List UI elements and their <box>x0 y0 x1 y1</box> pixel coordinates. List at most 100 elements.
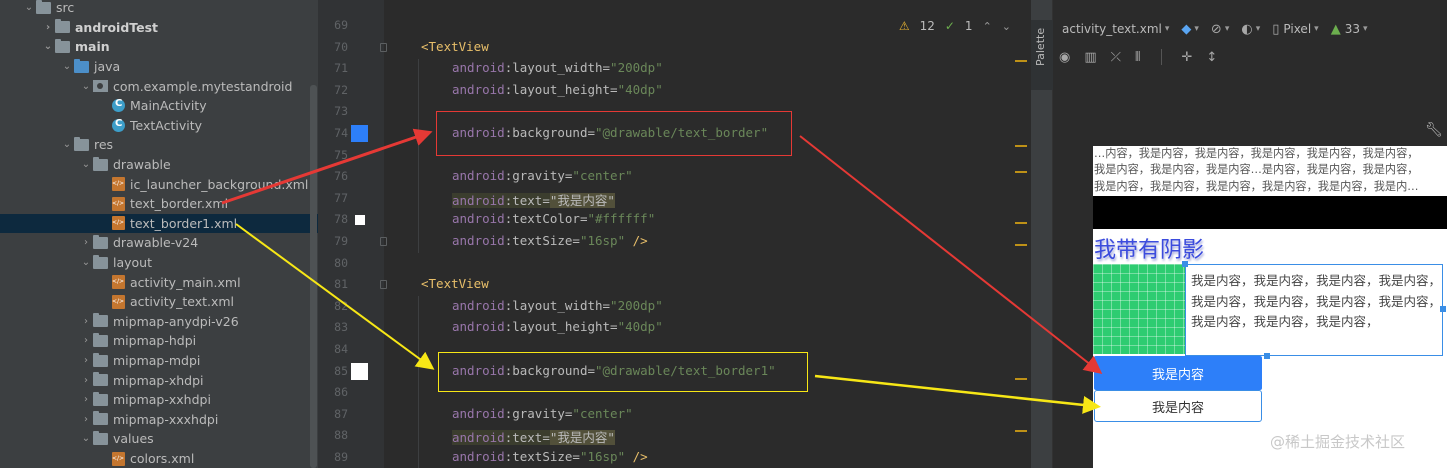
chevron-down-icon[interactable]: ⌄ <box>79 257 93 268</box>
code-line[interactable]: android:text="我是内容" <box>452 190 615 209</box>
tree-item-label: mipmap-xhdpi <box>113 372 204 388</box>
code-line[interactable]: android:textSize="16sp" /> <box>452 449 648 464</box>
expand-horizontal-icon[interactable]: ✛ <box>1182 50 1193 65</box>
code-line[interactable]: <TextView <box>421 39 489 54</box>
orientation-button[interactable]: ⊘ ▾ <box>1211 22 1229 37</box>
color-swatch[interactable] <box>351 125 368 142</box>
next-highlight-icon[interactable]: ⌄ <box>1002 20 1011 33</box>
columns-icon[interactable]: ▥ <box>1084 50 1096 65</box>
tree-scrollbar[interactable] <box>310 85 317 468</box>
tree-item[interactable]: ⌄ com.example.mytestandroid <box>0 76 318 96</box>
fold-marker-icon[interactable] <box>380 42 387 52</box>
code-line[interactable]: android:layout_width="200dp" <box>452 60 663 75</box>
expand-vertical-icon[interactable]: ↕ <box>1206 50 1217 65</box>
tree-item-label: com.example.mytestandroid <box>113 78 293 94</box>
chevron-down-icon[interactable]: ⌄ <box>60 61 74 72</box>
chevron-right-icon[interactable]: › <box>41 22 55 33</box>
file-selector[interactable]: activity_text.xml ▾ <box>1062 22 1169 36</box>
tree-item[interactable]: ic_launcher_background.xml <box>0 174 318 194</box>
api-selector[interactable]: ▲ 33 ▾ <box>1331 22 1368 37</box>
selection-handle[interactable] <box>1264 353 1270 359</box>
tree-item[interactable]: › drawable-v24 <box>0 233 318 253</box>
chevron-down-icon[interactable]: ⌄ <box>60 139 74 150</box>
code-line[interactable]: <TextView <box>421 276 489 291</box>
code-token: android <box>452 297 505 313</box>
chevron-down-icon[interactable]: ⌄ <box>22 2 36 13</box>
code-line[interactable]: android:text="我是内容" <box>452 427 615 446</box>
class-icon <box>112 98 125 113</box>
chevron-right-icon[interactable]: › <box>79 355 93 366</box>
layers-icon: ◆ <box>1181 21 1192 37</box>
tree-item[interactable]: TextActivity <box>0 116 318 136</box>
code-editor[interactable]: 69 70 71 72 73 74 75 76 77 78 79 80 81 82 83 84 85 86 87 88… <box>318 0 1031 468</box>
line-number: 85 <box>334 363 348 378</box>
tree-item[interactable]: ⌄ layout <box>0 253 318 273</box>
color-swatch[interactable] <box>355 215 365 226</box>
blue-border-textview[interactable]: 我是内容 <box>1094 356 1262 390</box>
tree-item[interactable]: › androidTest <box>0 18 318 38</box>
chevron-down-icon[interactable]: ⌄ <box>79 159 93 170</box>
device-selector[interactable]: ▯ Pixel ▾ <box>1272 22 1318 37</box>
code-line[interactable]: android:layout_height="40dp" <box>452 82 663 97</box>
tree-item[interactable]: › mipmap-xxhdpi <box>0 390 318 410</box>
chevron-right-icon[interactable]: › <box>79 316 93 327</box>
chevron-down-icon[interactable]: ⌄ <box>79 433 93 444</box>
chevron-down-icon[interactable]: ⌄ <box>41 41 55 52</box>
tree-item[interactable]: ⌄ drawable <box>0 155 318 175</box>
line-number: 75 <box>334 147 348 162</box>
eye-icon[interactable]: ◉ <box>1059 50 1070 65</box>
wrench-icon[interactable]: 🔧︎ <box>1425 122 1443 138</box>
tree-item[interactable]: ⌄ java <box>0 57 318 77</box>
chevron-right-icon[interactable]: › <box>79 394 93 405</box>
white-border-textview[interactable]: 我是内容 <box>1094 390 1262 422</box>
design-surface-button[interactable]: ◆ ▾ <box>1181 22 1199 37</box>
tree-item[interactable]: › mipmap-xhdpi <box>0 370 318 390</box>
selection-handle[interactable] <box>1440 306 1446 312</box>
tree-item[interactable]: colors.xml <box>0 449 318 468</box>
tree-item[interactable]: › mipmap-hdpi <box>0 331 318 351</box>
tree-item[interactable]: › mipmap-anydpi-v26 <box>0 312 318 332</box>
tree-item[interactable]: › mipmap-xxxhdpi <box>0 410 318 430</box>
code-line[interactable]: android:gravity="center" <box>452 168 633 183</box>
warning-count: 12 <box>919 19 935 33</box>
editor-gutter: 69 70 71 72 73 74 75 76 77 78 79 80 81 82 83 84 85 86 87 88… <box>318 0 384 468</box>
folder-icon <box>55 38 70 53</box>
chevron-right-icon[interactable]: › <box>79 414 93 425</box>
chevron-right-icon[interactable]: › <box>79 335 93 346</box>
fold-marker-icon[interactable] <box>380 280 387 290</box>
tree-item[interactable]: MainActivity <box>0 96 318 116</box>
tree-item[interactable]: activity_text.xml <box>0 292 318 312</box>
color-swatch[interactable] <box>351 362 368 380</box>
tree-item[interactable]: text_border1.xml <box>0 213 318 234</box>
folder-icon <box>93 391 108 406</box>
code-line[interactable]: android:textSize="16sp" /> <box>452 233 648 248</box>
code-token: :layout_height= <box>504 81 618 97</box>
code-line[interactable]: android:gravity="center" <box>452 406 633 421</box>
tree-item[interactable]: text_border.xml <box>0 194 318 214</box>
selection-handle[interactable] <box>1182 261 1188 267</box>
code-line[interactable]: android:layout_height="40dp" <box>452 319 663 334</box>
code-line[interactable]: android:textColor="#ffffff" <box>452 211 655 226</box>
night-mode-button[interactable]: ◐ ▾ <box>1241 22 1260 37</box>
tree-item[interactable]: ⌄ main <box>0 37 318 57</box>
code-token: /> <box>625 449 648 464</box>
tree-item[interactable]: ⌄ res <box>0 135 318 155</box>
tree-item[interactable]: activity_main.xml <box>0 272 318 292</box>
line-number: 69 <box>334 18 348 32</box>
folder-icon <box>93 156 108 171</box>
tree-item[interactable]: ⌄ values <box>0 429 318 449</box>
chevron-right-icon[interactable]: › <box>79 375 93 386</box>
inspection-widget[interactable]: ⚠ 12 ✓ 1 ⌃ ⌄ <box>899 19 1011 33</box>
constraints-off-icon[interactable]: ⤫ <box>1111 50 1121 65</box>
code-line[interactable]: android:layout_width="200dp" <box>452 298 663 313</box>
chevron-right-icon[interactable]: › <box>79 237 93 248</box>
palette-tab[interactable]: Palette <box>1034 22 1047 66</box>
scroll-mark <box>1015 171 1027 173</box>
tree-item[interactable]: ⌄ src <box>0 0 318 18</box>
tree-item[interactable]: › mipmap-mdpi <box>0 351 318 371</box>
magnet-icon[interactable]: ⫴ <box>1135 50 1140 65</box>
fold-marker-icon[interactable] <box>380 237 387 246</box>
previous-highlight-icon[interactable]: ⌃ <box>983 20 992 33</box>
tree-item-label: layout <box>113 255 153 271</box>
chevron-down-icon[interactable]: ⌄ <box>79 81 93 92</box>
